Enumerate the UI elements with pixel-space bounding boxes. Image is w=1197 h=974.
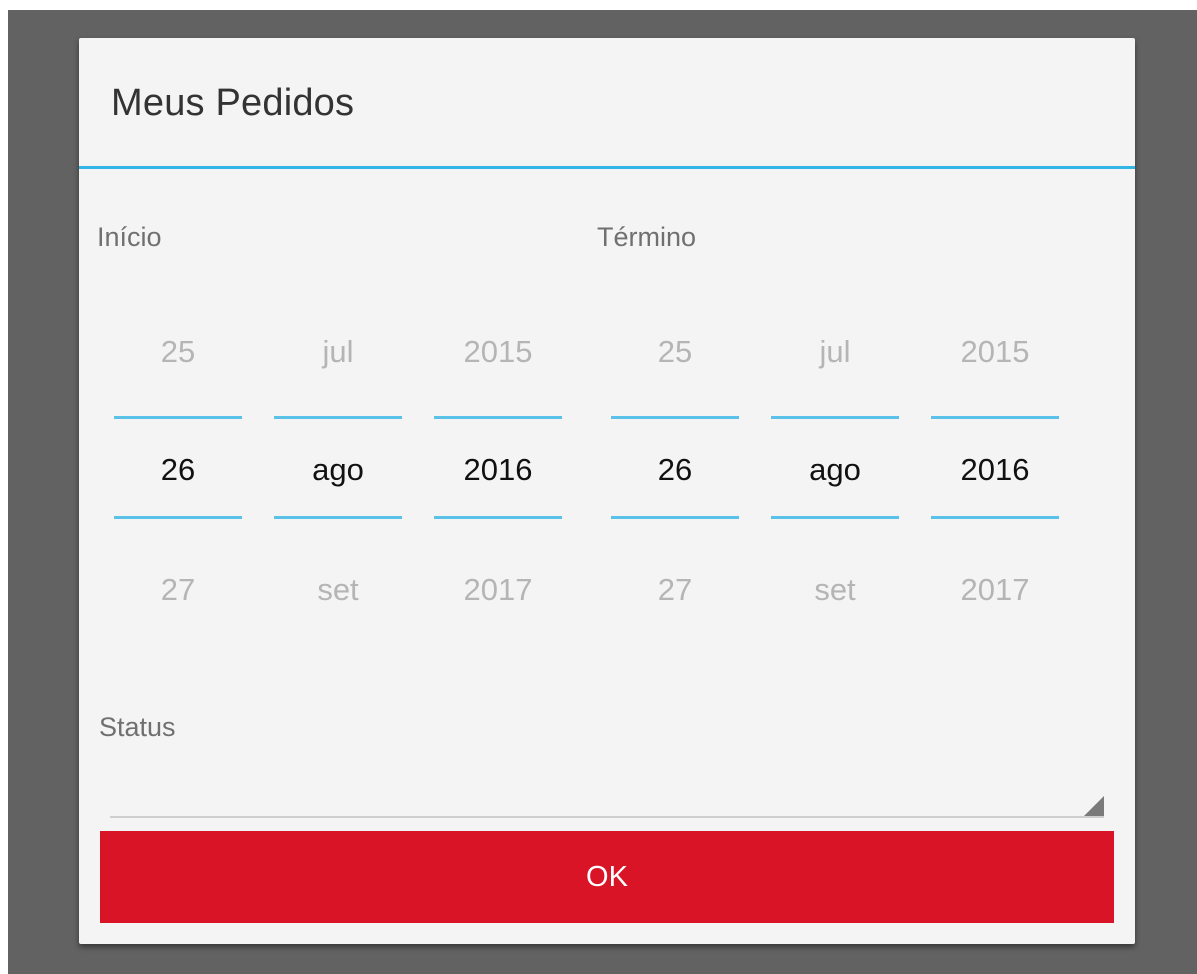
end-year-picker[interactable]: 2015 2016 2017 bbox=[931, 308, 1059, 628]
ok-button[interactable]: OK bbox=[100, 831, 1114, 923]
end-year-next[interactable]: 2017 bbox=[931, 572, 1059, 608]
start-month-prev[interactable]: jul bbox=[274, 334, 402, 370]
end-month-next[interactable]: set bbox=[771, 572, 899, 608]
filter-dialog: Meus Pedidos Início Término 25 26 27 jul… bbox=[79, 38, 1135, 944]
start-year-selected[interactable]: 2016 bbox=[434, 452, 562, 488]
end-year-selected[interactable]: 2016 bbox=[931, 452, 1059, 488]
selection-divider bbox=[434, 516, 562, 519]
start-day-next[interactable]: 27 bbox=[114, 572, 242, 608]
title-divider bbox=[79, 166, 1135, 169]
start-day-picker[interactable]: 25 26 27 bbox=[114, 308, 242, 628]
end-month-picker[interactable]: jul ago set bbox=[771, 308, 899, 628]
status-label: Status bbox=[99, 712, 176, 742]
selection-divider bbox=[771, 516, 899, 519]
selection-divider bbox=[611, 516, 739, 519]
selection-divider bbox=[274, 416, 402, 419]
start-month-next[interactable]: set bbox=[274, 572, 402, 608]
end-year-prev[interactable]: 2015 bbox=[931, 334, 1059, 370]
start-year-prev[interactable]: 2015 bbox=[434, 334, 562, 370]
selection-divider bbox=[114, 516, 242, 519]
start-day-prev[interactable]: 25 bbox=[114, 334, 242, 370]
start-date-label: Início bbox=[97, 222, 162, 252]
selection-divider bbox=[434, 416, 562, 419]
start-year-next[interactable]: 2017 bbox=[434, 572, 562, 608]
end-date-label: Término bbox=[597, 222, 697, 252]
end-day-selected[interactable]: 26 bbox=[611, 452, 739, 488]
end-day-next[interactable]: 27 bbox=[611, 572, 739, 608]
selection-divider bbox=[274, 516, 402, 519]
selection-divider bbox=[931, 516, 1059, 519]
start-month-picker[interactable]: jul ago set bbox=[274, 308, 402, 628]
selection-divider bbox=[931, 416, 1059, 419]
selection-divider bbox=[611, 416, 739, 419]
spinner-underline bbox=[110, 816, 1104, 818]
end-day-picker[interactable]: 25 26 27 bbox=[611, 308, 739, 628]
start-day-selected[interactable]: 26 bbox=[114, 452, 242, 488]
selection-divider bbox=[771, 416, 899, 419]
status-spinner[interactable] bbox=[110, 778, 1104, 818]
end-month-prev[interactable]: jul bbox=[771, 334, 899, 370]
end-month-selected[interactable]: ago bbox=[771, 452, 899, 488]
dialog-title: Meus Pedidos bbox=[111, 82, 355, 124]
start-month-selected[interactable]: ago bbox=[274, 452, 402, 488]
start-year-picker[interactable]: 2015 2016 2017 bbox=[434, 308, 562, 628]
selection-divider bbox=[114, 416, 242, 419]
end-day-prev[interactable]: 25 bbox=[611, 334, 739, 370]
dropdown-triangle-icon bbox=[1084, 796, 1104, 816]
